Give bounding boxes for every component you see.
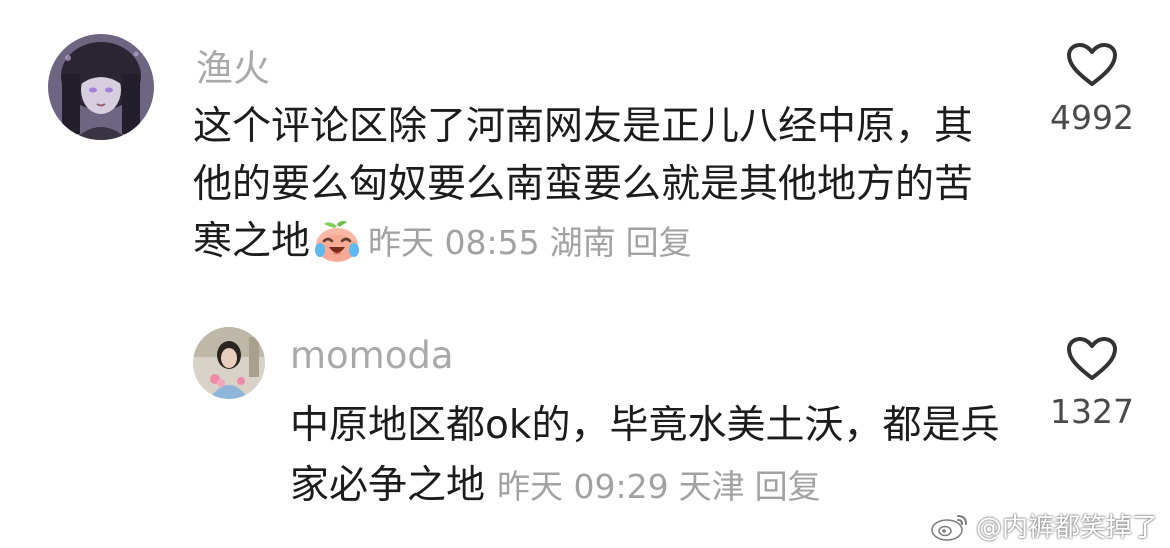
heart-outline-icon <box>1067 43 1117 86</box>
like-count: 4992 <box>1050 98 1134 137</box>
comment-text: 这个评论区除了河南网友是正儿八经中原，其他的要么匈奴要么南蛮要么就是其他地方的苦… <box>193 98 1011 281</box>
reply-button[interactable]: 回复 <box>755 467 821 506</box>
like-count: 1327 <box>1050 392 1134 431</box>
crying-laughing-peach-emoji-icon <box>312 218 362 281</box>
comment-meta: 昨天 08:55 湖南 回复 <box>368 223 692 262</box>
avatar[interactable] <box>193 327 265 399</box>
reply-time: 昨天 09:29 <box>497 467 669 507</box>
comment-author[interactable]: 渔火 <box>196 38 270 92</box>
watermark: @内裤都笑掉了 <box>930 507 1158 544</box>
heart-outline-icon <box>1067 337 1117 380</box>
watermark-text: @内裤都笑掉了 <box>975 513 1158 543</box>
comment-time: 昨天 08:55 <box>368 223 540 263</box>
reply-meta: 昨天 09:29 天津 回复 <box>497 467 821 506</box>
reply-location: 天津 <box>678 467 745 507</box>
comment-location: 湖南 <box>549 223 616 263</box>
like-button[interactable]: 4992 <box>1040 42 1144 137</box>
reply-text: 中原地区都ok的，毕竟水美土沃，都是兵家必争之地 昨天 09:29 天津 回复 <box>290 396 1010 517</box>
reply-author[interactable]: momoda <box>290 334 454 377</box>
weibo-logo-icon <box>931 514 967 541</box>
like-button[interactable]: 1327 <box>1040 336 1144 431</box>
avatar[interactable] <box>48 34 154 140</box>
reply-button[interactable]: 回复 <box>626 223 692 262</box>
